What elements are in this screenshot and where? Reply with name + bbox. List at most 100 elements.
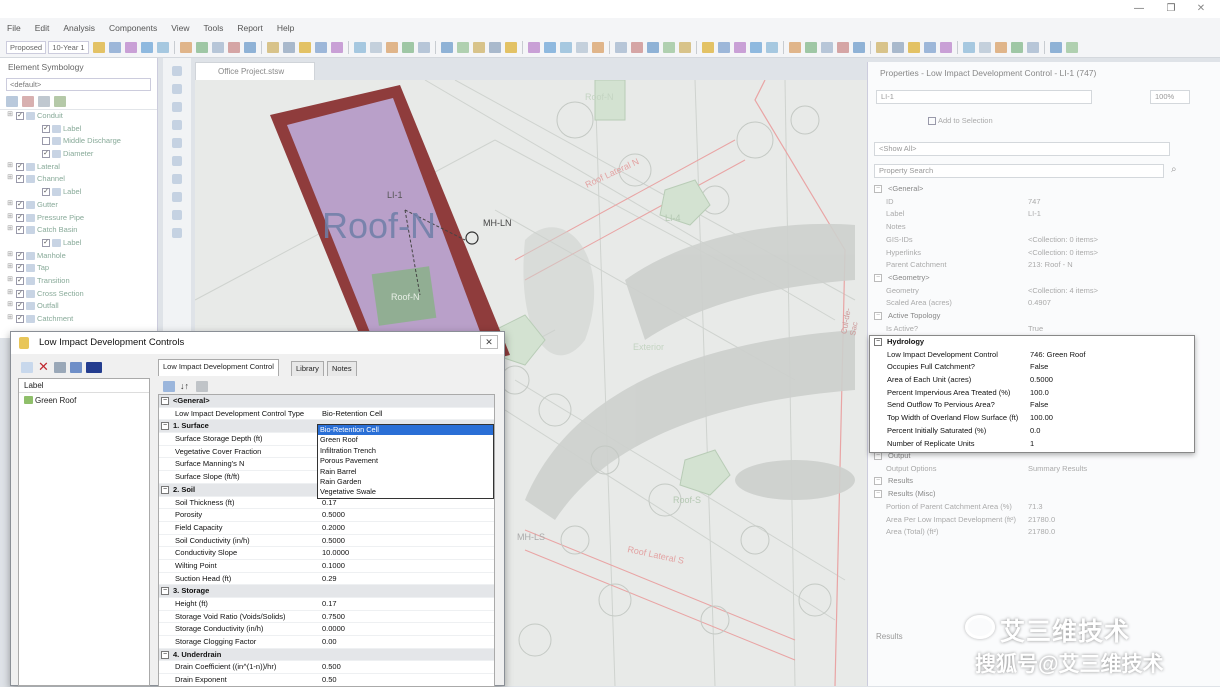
grid-row[interactable]: Wilting Point 0.1000: [159, 560, 494, 573]
property-row[interactable]: Notes: [868, 221, 1220, 234]
dropdown-option[interactable]: Vegetative Swale: [318, 487, 493, 497]
new-icon[interactable]: [6, 95, 18, 107]
grid-row[interactable]: Drain Coefficient ((in^(1-n))/hr) 0.500: [159, 661, 494, 675]
toolbar-button-icon[interactable]: [733, 42, 746, 53]
hydrology-row[interactable]: Percent Initially Saturated (%) 0.0: [870, 425, 1194, 438]
restore-button[interactable]: ❐: [1160, 2, 1182, 15]
property-row[interactable]: Scaled Area (acres) 0.4907: [868, 297, 1220, 310]
toolbar-button-icon[interactable]: [440, 42, 453, 53]
tab-lid-control[interactable]: Low Impact Development Control: [158, 359, 279, 376]
toolbar-button-icon[interactable]: [852, 42, 865, 53]
toolbar-button-icon[interactable]: [678, 42, 691, 53]
dialog-close-button[interactable]: ✕: [480, 335, 498, 349]
toolbar-button-icon[interactable]: [195, 42, 208, 53]
grid-row[interactable]: Drain Exponent 0.50: [159, 674, 494, 686]
expand-icon[interactable]: ⊞: [6, 111, 14, 120]
property-row[interactable]: GIS-IDs <Collection: 0 items>: [868, 234, 1220, 247]
grid-row[interactable]: Soil Conductivity (in/h) 0.5000: [159, 535, 494, 548]
visibility-checkbox[interactable]: ✓: [16, 213, 24, 222]
document-tab[interactable]: Office Project.stsw: [195, 62, 315, 80]
property-category[interactable]: − <Geometry>: [868, 272, 1220, 285]
collapse-icon[interactable]: −: [874, 452, 882, 460]
toolbar-button-icon[interactable]: [923, 42, 936, 53]
tab-library[interactable]: Library: [291, 361, 324, 376]
property-category[interactable]: − Active Topology: [868, 310, 1220, 323]
toolbar-button-icon[interactable]: [804, 42, 817, 53]
collapse-icon[interactable]: −: [874, 273, 882, 282]
toolbar-button-icon[interactable]: [962, 42, 975, 53]
visibility-checkbox[interactable]: ✓: [16, 112, 24, 121]
toolbar-button-icon[interactable]: [417, 42, 430, 53]
toolbar-button-icon[interactable]: [591, 42, 604, 53]
toolbar-button-icon[interactable]: [614, 42, 627, 53]
toolbar-button-icon[interactable]: [456, 42, 469, 53]
grid-row[interactable]: Conductivity Slope 10.0000: [159, 547, 494, 560]
grid-row[interactable]: Storage Void Ratio (Voids/Solids) 0.7500: [159, 611, 494, 624]
grid-row[interactable]: Porosity 0.5000: [159, 509, 494, 522]
collapse-icon[interactable]: −: [161, 650, 169, 659]
sort-icon[interactable]: ↓↑: [180, 381, 189, 391]
folder-icon[interactable]: [54, 95, 66, 107]
visibility-checkbox[interactable]: [42, 137, 50, 146]
expand-icon[interactable]: ⊞: [6, 263, 14, 272]
properties-icon[interactable]: [38, 95, 50, 107]
collapse-icon[interactable]: −: [161, 422, 169, 431]
visibility-checkbox[interactable]: ✓: [16, 276, 24, 285]
menu-analysis[interactable]: Analysis: [63, 23, 95, 33]
collapse-icon[interactable]: −: [161, 587, 169, 596]
symbology-item[interactable]: Middle Discharge: [4, 135, 157, 148]
visibility-checkbox[interactable]: ✓: [42, 150, 50, 159]
toolbar-button-icon[interactable]: [92, 42, 105, 53]
report-icon[interactable]: [69, 361, 82, 373]
toolbar-button-icon[interactable]: [314, 42, 327, 53]
grid-property-value[interactable]: 0.500: [322, 661, 341, 674]
visibility-checkbox[interactable]: ✓: [16, 315, 24, 324]
grid-category[interactable]: − <General>: [159, 395, 494, 408]
collapse-icon[interactable]: −: [874, 490, 882, 499]
toolbar-button-icon[interactable]: [978, 42, 991, 53]
select-tool-icon[interactable]: [172, 66, 182, 76]
toolbar-button-icon[interactable]: [108, 42, 121, 53]
toolbar-button-icon[interactable]: [1026, 42, 1039, 53]
minimize-button[interactable]: —: [1128, 2, 1150, 15]
conduit-tool-icon[interactable]: [172, 84, 182, 94]
symbology-item[interactable]: ⊞ ✓ Pressure Pipe: [4, 212, 157, 225]
grid-property-value[interactable]: 0.50: [322, 674, 337, 686]
grid-property-value[interactable]: 0.00: [322, 636, 337, 649]
expand-icon[interactable]: ⊞: [6, 276, 14, 285]
property-row[interactable]: Is Active? True: [868, 323, 1220, 336]
toolbar-button-icon[interactable]: [701, 42, 714, 53]
menu-view[interactable]: View: [171, 23, 189, 33]
toolbar-button-icon[interactable]: [765, 42, 778, 53]
hydrology-row[interactable]: Percent Impervious Area Treated (%) 100.0: [870, 387, 1194, 400]
expand-icon[interactable]: ⊞: [6, 314, 14, 323]
dropdown-option[interactable]: Porous Pavement: [318, 456, 493, 466]
grid-property-value[interactable]: 0.5000: [322, 509, 345, 522]
expand-icon[interactable]: [32, 150, 40, 158]
grid-property-value[interactable]: 10.0000: [322, 547, 349, 560]
visibility-checkbox[interactable]: ✓: [16, 251, 24, 260]
grid-row[interactable]: Height (ft) 0.17: [159, 598, 494, 611]
toolbar-button-icon[interactable]: [575, 42, 588, 53]
expand-icon[interactable]: [32, 137, 40, 145]
catch-basin-tool-icon[interactable]: [172, 102, 182, 112]
toolbar-button-icon[interactable]: [266, 42, 279, 53]
visibility-checkbox[interactable]: ✓: [16, 289, 24, 298]
property-row[interactable]: Parent Catchment 213: Roof - N: [868, 259, 1220, 272]
hydrology-row[interactable]: Top Width of Overland Flow Surface (ft) 1…: [870, 412, 1194, 425]
toolbar-button-icon[interactable]: [543, 42, 556, 53]
symbology-item[interactable]: ⊞ ✓ Gutter: [4, 199, 157, 212]
expand-icon[interactable]: [32, 188, 40, 196]
toolbar-button-icon[interactable]: [243, 42, 256, 53]
symbology-item[interactable]: ✓ Label: [4, 123, 157, 136]
symbology-item[interactable]: ✓ Label: [4, 237, 157, 250]
filter-select[interactable]: <Show All>: [874, 142, 1170, 156]
grid-property-value[interactable]: 0.7500: [322, 611, 345, 624]
visibility-checkbox[interactable]: ✓: [16, 200, 24, 209]
toolbar-button-icon[interactable]: [1049, 42, 1062, 53]
property-row[interactable]: Geometry <Collection: 4 items>: [868, 285, 1220, 298]
border-tool-icon[interactable]: [172, 228, 182, 238]
property-category[interactable]: − <General>: [868, 183, 1220, 196]
toolbar-button-icon[interactable]: [717, 42, 730, 53]
toolbar-button-icon[interactable]: [891, 42, 904, 53]
